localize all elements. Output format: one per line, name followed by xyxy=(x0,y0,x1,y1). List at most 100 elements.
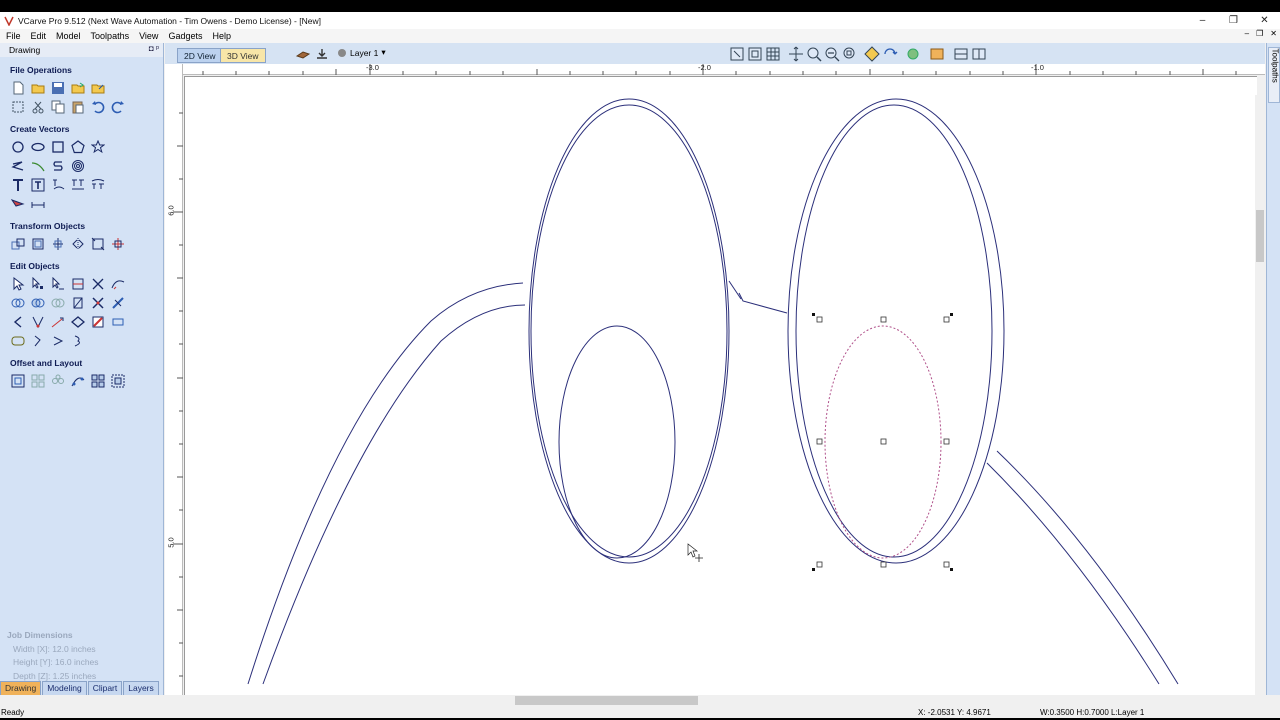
move-icon[interactable] xyxy=(10,236,26,252)
spiral-tool-icon[interactable] xyxy=(70,158,86,174)
rotate-view-icon[interactable] xyxy=(882,46,898,62)
overlap-icon[interactable] xyxy=(70,295,86,311)
rectangle-tool-icon[interactable] xyxy=(50,139,66,155)
bracket-right-icon[interactable] xyxy=(30,333,46,349)
new-file-icon[interactable] xyxy=(10,80,26,96)
align-icon[interactable] xyxy=(50,236,66,252)
measure-tool-icon[interactable] xyxy=(30,196,46,212)
tab-drawing[interactable]: Drawing xyxy=(0,681,42,695)
pan-icon[interactable] xyxy=(788,46,804,62)
extend-icon[interactable] xyxy=(50,314,66,330)
trim-scissors-icon[interactable] xyxy=(90,295,106,311)
menu-toolpaths[interactable]: Toolpaths xyxy=(91,31,130,41)
import-folder-icon[interactable] xyxy=(70,80,86,96)
circle-tool-icon[interactable] xyxy=(10,139,26,155)
menu-file[interactable]: File xyxy=(6,31,21,41)
select-all-icon[interactable] xyxy=(10,99,26,115)
text-on-curve-icon[interactable] xyxy=(50,177,66,193)
horizontal-scroll-thumb[interactable] xyxy=(515,696,698,705)
tab-3d-view[interactable]: 3D View xyxy=(220,48,266,63)
save-icon[interactable] xyxy=(50,80,66,96)
zoom-selected-icon[interactable] xyxy=(842,46,858,62)
cut-vector-icon[interactable] xyxy=(90,314,106,330)
star-tool-icon[interactable] xyxy=(90,139,106,155)
ellipse-tool-icon[interactable] xyxy=(30,139,46,155)
chevron-right-icon[interactable] xyxy=(50,333,66,349)
mdi-restore-button[interactable]: ❐ xyxy=(1256,29,1263,38)
export-folder-icon[interactable] xyxy=(90,80,106,96)
fillet-icon[interactable] xyxy=(110,295,126,311)
array-circular-icon[interactable] xyxy=(50,373,66,389)
nesting-icon[interactable] xyxy=(30,373,46,389)
copy-icon[interactable] xyxy=(50,99,66,115)
text-arc-icon[interactable] xyxy=(90,177,106,193)
menu-model[interactable]: Model xyxy=(56,31,81,41)
polygon-tool-icon[interactable] xyxy=(70,139,86,155)
shading-icon[interactable] xyxy=(905,46,921,62)
copy-along-vector-icon[interactable] xyxy=(70,373,86,389)
scale-icon[interactable] xyxy=(30,236,46,252)
menu-edit[interactable]: Edit xyxy=(31,31,47,41)
snap-icon[interactable] xyxy=(864,46,880,62)
tab-layers[interactable]: Layers xyxy=(123,681,159,695)
dimension-tool-icon[interactable] xyxy=(10,196,26,212)
panel-pin-icon[interactable]: ◘ ᵖ xyxy=(149,44,159,53)
tab-clipart[interactable]: Clipart xyxy=(87,681,123,695)
toolpaths-tab[interactable]: Toolpaths xyxy=(1268,47,1280,103)
auto-layout-text-icon[interactable] xyxy=(70,177,86,193)
set-origin-icon[interactable] xyxy=(110,236,126,252)
tab-2d-view[interactable]: 2D View xyxy=(177,48,223,63)
undo-icon[interactable] xyxy=(90,99,106,115)
redo-icon[interactable] xyxy=(110,99,126,115)
block-copy-icon[interactable] xyxy=(90,373,106,389)
cut-icon[interactable] xyxy=(30,99,46,115)
polyline-tool-icon[interactable] xyxy=(10,158,26,174)
menu-help[interactable]: Help xyxy=(212,31,231,41)
text-tool-icon[interactable] xyxy=(10,177,26,193)
dogbone-icon[interactable] xyxy=(30,314,46,330)
maximize-button[interactable]: ❐ xyxy=(1218,12,1249,29)
close-button[interactable]: ✕ xyxy=(1249,12,1280,29)
open-folder-icon[interactable] xyxy=(30,80,46,96)
mirror-icon[interactable] xyxy=(70,236,86,252)
offset-icon[interactable] xyxy=(10,373,26,389)
tile-view-icon[interactable] xyxy=(971,46,987,62)
toolpath-preview-icon[interactable] xyxy=(929,46,945,62)
layer-selector[interactable]: Layer 1 ▾ xyxy=(337,47,386,58)
zoom-box-icon[interactable] xyxy=(747,46,763,62)
arc-tool-icon[interactable] xyxy=(30,158,46,174)
curl-right-icon[interactable] xyxy=(70,333,86,349)
tangent-icon[interactable] xyxy=(70,314,86,330)
tab-modeling[interactable]: Modeling xyxy=(42,681,87,695)
size-icon[interactable] xyxy=(90,236,106,252)
intersect-icon[interactable] xyxy=(50,295,66,311)
mdi-close-button[interactable]: ✕ xyxy=(1270,29,1277,38)
horizontal-scrollbar[interactable] xyxy=(184,695,1255,706)
split-view-icon[interactable] xyxy=(953,46,969,62)
material-setup-icon[interactable] xyxy=(295,46,311,62)
vertical-scroll-thumb[interactable] xyxy=(1256,210,1264,262)
fit-to-area-icon[interactable] xyxy=(110,373,126,389)
zoom-out-icon[interactable] xyxy=(824,46,840,62)
drawing-canvas[interactable] xyxy=(184,76,1257,695)
transform-pointer-icon[interactable] xyxy=(50,276,66,292)
text-box-tool-icon[interactable] xyxy=(30,177,46,193)
minimize-button[interactable]: – xyxy=(1187,12,1218,29)
mdi-minimize-button[interactable]: – xyxy=(1245,29,1249,38)
paste-icon[interactable] xyxy=(70,99,86,115)
node-edit-icon[interactable] xyxy=(30,276,46,292)
zoom-in-icon[interactable] xyxy=(806,46,822,62)
menu-view[interactable]: View xyxy=(139,31,158,41)
zoom-extents-icon[interactable] xyxy=(729,46,745,62)
save-toolpath-icon[interactable] xyxy=(314,46,330,62)
select-pointer-icon[interactable] xyxy=(10,276,26,292)
smooth-icon[interactable] xyxy=(10,333,26,349)
join-vectors-icon[interactable] xyxy=(90,276,106,292)
grid-icon[interactable] xyxy=(765,46,781,62)
weld-icon[interactable] xyxy=(10,295,26,311)
close-vector-icon[interactable] xyxy=(110,314,126,330)
curve-fit-icon[interactable] xyxy=(110,276,126,292)
open-vector-icon[interactable] xyxy=(10,314,26,330)
curve-tool-icon[interactable] xyxy=(50,158,66,174)
menu-gadgets[interactable]: Gadgets xyxy=(168,31,202,41)
